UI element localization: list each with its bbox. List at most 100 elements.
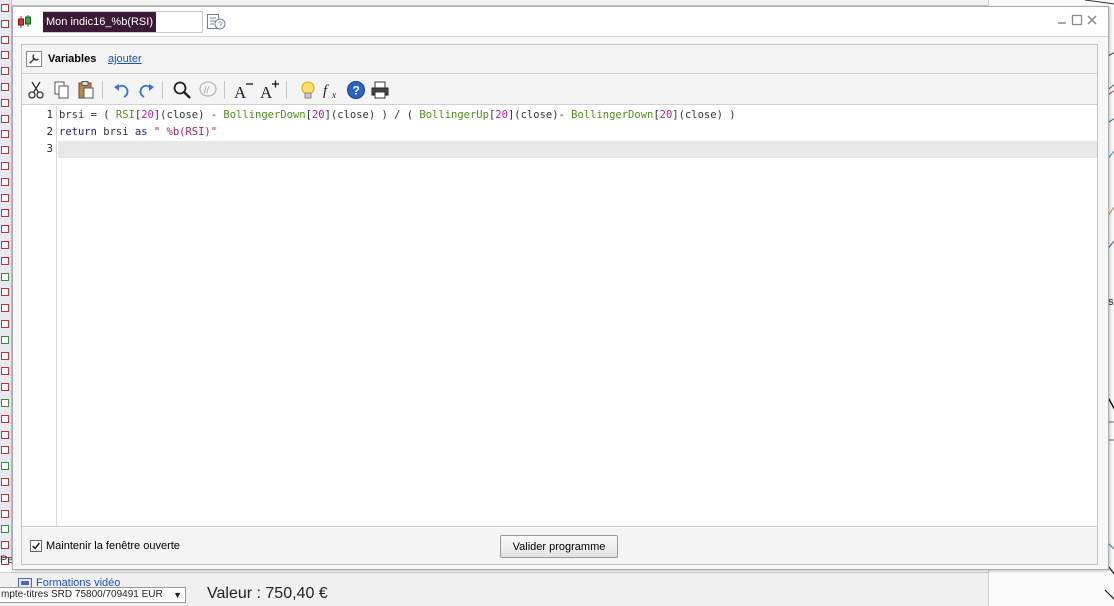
background-row-icon <box>1 431 9 439</box>
code-token: BollingerUp <box>419 109 489 121</box>
print-icon[interactable] <box>370 80 390 100</box>
background-row-icon <box>1 320 9 328</box>
code-token: 20 <box>659 109 673 121</box>
paste-icon[interactable] <box>76 80 96 100</box>
code-token: BollingerDown <box>223 109 306 121</box>
close-icon[interactable] <box>1086 14 1098 26</box>
wrench-icon[interactable] <box>26 51 42 67</box>
background-row-icon <box>1 383 9 391</box>
keep-open-checkbox[interactable] <box>30 540 42 552</box>
code-token: ](close)- <box>507 109 572 121</box>
background-row-icon <box>1 273 9 281</box>
svg-text:?: ? <box>218 21 223 30</box>
background-row-icon <box>1 525 9 533</box>
background-row-icon <box>1 99 9 107</box>
svg-text:?: ? <box>353 84 360 98</box>
indicator-name[interactable]: Mon indic16_%b(RSI) <box>43 12 156 32</box>
code-token: 20 <box>311 109 325 121</box>
code-token: as <box>134 126 148 138</box>
add-variable-link[interactable]: ajouter <box>108 53 142 65</box>
toolbar-separator <box>162 81 163 99</box>
code-token: ](close) ) / ( <box>324 109 420 121</box>
copy-icon[interactable] <box>52 80 72 100</box>
background-row-icon <box>1 367 9 375</box>
background-row-icon <box>1 4 9 12</box>
document-help-icon[interactable]: ? <box>206 13 226 31</box>
minimize-icon[interactable] <box>1056 14 1068 26</box>
code-line[interactable]: brsi = ( RSI[20](close) - BollingerDown[… <box>58 107 736 124</box>
background-row-icon <box>1 336 9 344</box>
svg-text:A: A <box>234 83 247 100</box>
background-row-icon <box>1 225 9 233</box>
background-row-icon <box>1 415 9 423</box>
variables-label: Variables <box>48 53 97 65</box>
background-row-icon <box>1 115 9 123</box>
keep-open-label[interactable]: Maintenir la fenêtre ouverte <box>46 540 180 552</box>
search-icon[interactable] <box>172 80 192 100</box>
program-editor-window: Mon indic16_%b(RSI) ? Variables ajouter <box>12 6 1109 570</box>
toolbar-separator <box>102 81 103 99</box>
comment-icon[interactable]: // <box>198 80 218 100</box>
code-token: return <box>59 126 97 138</box>
background-row-icon <box>1 178 9 186</box>
background-row-icon <box>1 67 9 75</box>
background-row-icon <box>1 304 9 312</box>
background-row-icon <box>1 478 9 486</box>
portfolio-value: Valeur : 750,40 € <box>207 585 328 602</box>
background-row-strip <box>0 0 12 565</box>
help-icon[interactable]: ? <box>346 80 366 100</box>
chevron-down-icon: ▼ <box>173 590 182 600</box>
maximize-icon[interactable] <box>1071 14 1083 26</box>
undo-icon[interactable] <box>112 80 132 100</box>
line-number: 3 <box>46 143 53 155</box>
variables-bar: Variables ajouter <box>22 45 1097 74</box>
decrease-font-icon[interactable]: A <box>234 80 254 100</box>
background-row-icon <box>1 257 9 265</box>
background-row-icon <box>1 130 9 138</box>
svg-text:x: x <box>331 90 336 100</box>
background-row-icon <box>1 51 9 59</box>
code-token: ](close) ) <box>672 109 736 121</box>
background-row-icon <box>1 36 9 44</box>
background-row-icon <box>1 162 9 170</box>
code-token: BollingerDown <box>571 109 654 121</box>
cut-icon[interactable] <box>26 80 46 100</box>
account-select[interactable]: mpte-titres SRD 75800/709491 EUR ▼ <box>0 587 186 603</box>
background-row-icon <box>1 209 9 217</box>
increase-font-icon[interactable]: A <box>260 80 280 100</box>
background-row-icon <box>1 20 9 28</box>
code-token: brsi <box>96 126 135 138</box>
code-editor[interactable]: 1 2 3 brsi = ( RSI[20](close) - Bollinge… <box>22 106 1097 527</box>
svg-text:A: A <box>260 83 273 100</box>
background-row-icon <box>1 510 9 518</box>
background-row-icon <box>1 194 9 202</box>
background-row-icon <box>1 494 9 502</box>
redo-icon[interactable] <box>136 80 156 100</box>
background-row-icon <box>1 541 9 549</box>
code-token: 20 <box>141 109 154 121</box>
account-select-value: mpte-titres SRD 75800/709491 EUR <box>1 589 163 600</box>
lightbulb-icon[interactable] <box>298 80 318 100</box>
line-number-gutter: 1 2 3 <box>22 106 57 526</box>
code-line[interactable]: return brsi as " %b(RSI)" <box>58 124 217 141</box>
code-token: brsi = ( <box>59 109 116 121</box>
background-row-icon <box>1 446 9 454</box>
code-line-current[interactable] <box>58 141 1097 158</box>
editor-panel: Variables ajouter // A A f x ? 1 2 3 brs… <box>21 44 1098 565</box>
editor-toolbar: // A A fx ? <box>22 75 1097 105</box>
background-row-icon <box>1 462 9 470</box>
background-row-icon <box>1 288 9 296</box>
background-row-icon <box>1 146 9 154</box>
toolbar-separator <box>224 81 225 99</box>
dialog-footer: Maintenir la fenêtre ouverte Valider pro… <box>22 528 1097 564</box>
code-token: " %b(RSI)" <box>153 126 218 138</box>
background-row-icon <box>1 241 9 249</box>
code-token: RSI <box>115 109 135 121</box>
background-row-icon <box>1 83 9 91</box>
validate-program-button[interactable]: Valider programme <box>500 535 618 558</box>
svg-text://: // <box>204 85 210 95</box>
function-icon[interactable]: fx <box>322 80 342 100</box>
code-token: 20 <box>495 109 508 121</box>
candlestick-chart-icon <box>18 15 31 28</box>
title-bar: Mon indic16_%b(RSI) ? <box>13 7 1108 37</box>
